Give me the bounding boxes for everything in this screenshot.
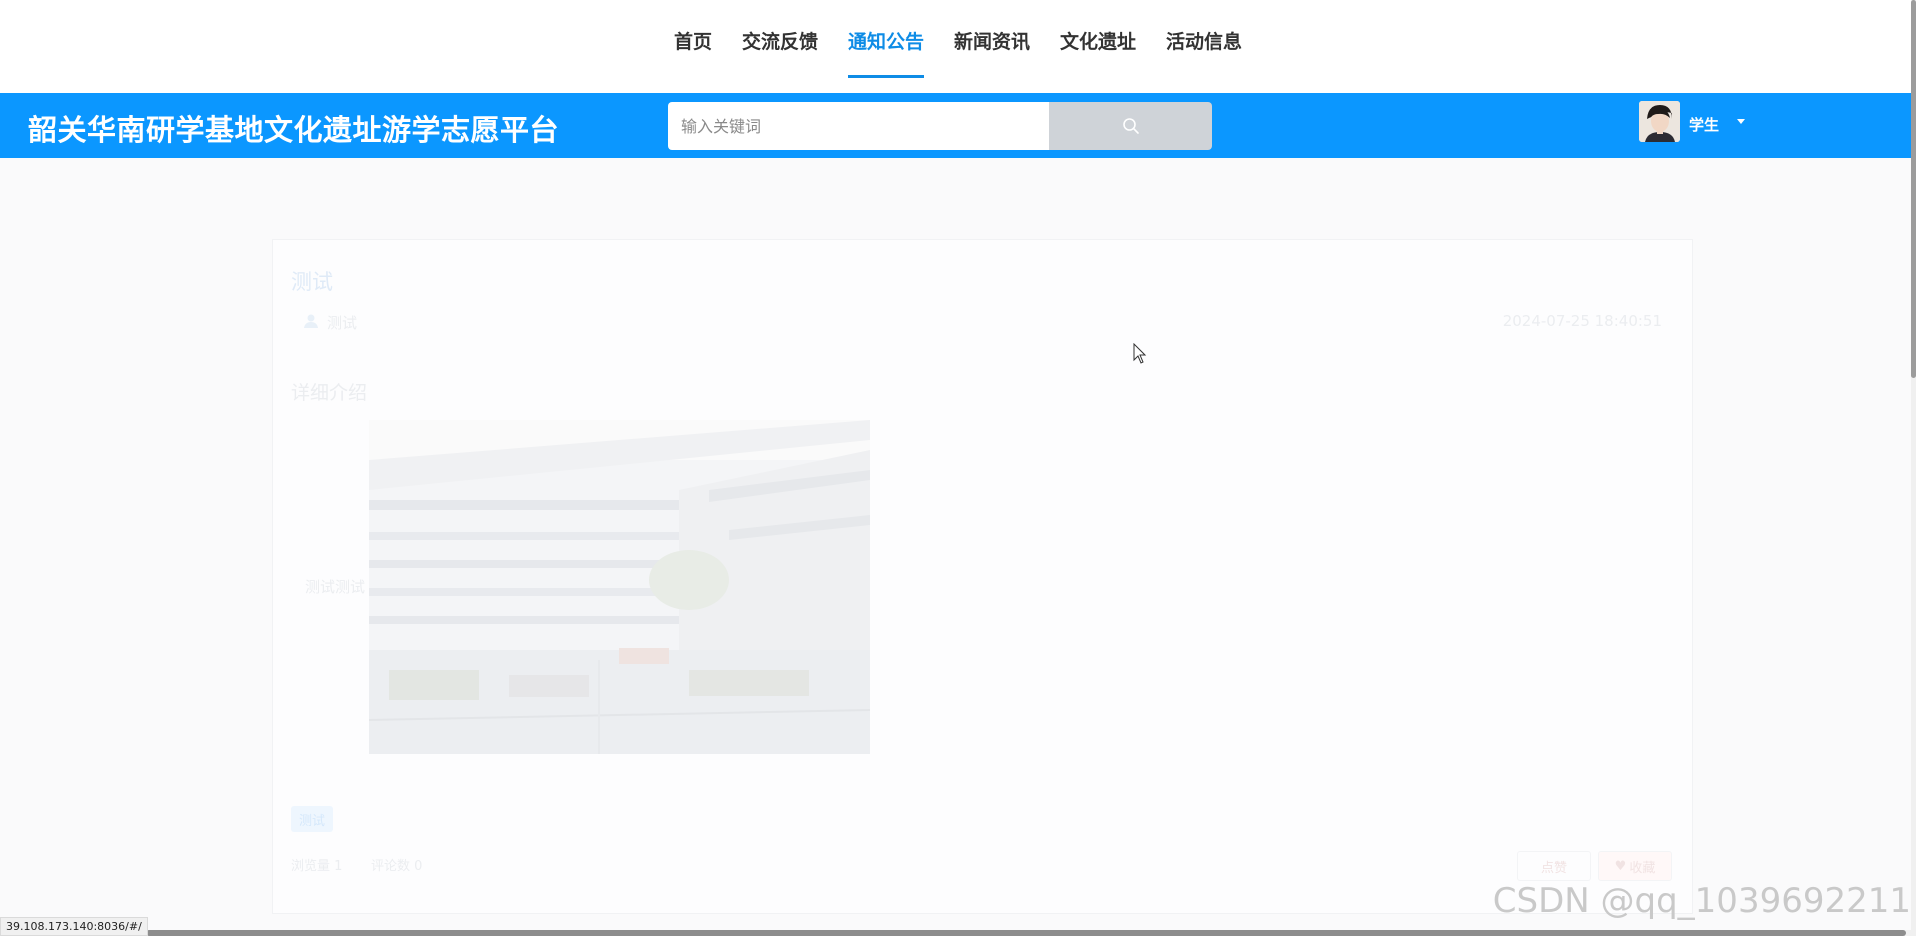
notice-photo: [369, 420, 870, 754]
avatar-image: [1639, 101, 1680, 142]
favorite-label: 收藏: [1629, 860, 1656, 876]
mouse-cursor-icon: [1133, 343, 1147, 364]
favorite-button[interactable]: ♥ 收藏: [1598, 851, 1672, 881]
watermark: CSDN @qq_1039692211: [1492, 881, 1911, 921]
caret-down-icon[interactable]: [1737, 119, 1745, 124]
views-value: 1: [334, 859, 343, 874]
nav-item-notices[interactable]: 通知公告: [833, 0, 939, 90]
search-button[interactable]: [1049, 102, 1212, 150]
vertical-scrollbar-thumb[interactable]: [1911, 0, 1916, 378]
notice-tag: 测试: [291, 806, 333, 832]
notice-time: 2024-07-25 18:40:51: [1502, 312, 1662, 330]
nav-item-feedback[interactable]: 交流反馈: [727, 0, 833, 90]
heart-icon: ♥: [1614, 858, 1627, 874]
search-icon: [1122, 118, 1139, 134]
top-nav: 首页 交流反馈 通知公告 新闻资讯 文化遗址 活动信息: [0, 0, 1916, 93]
views-label: 浏览量: [291, 859, 331, 874]
like-label: 点赞: [1540, 860, 1567, 876]
site-title: 韶关华南研学基地文化遗址游学志愿平台: [28, 113, 560, 147]
status-bar-url: 39.108.173.140:8036/#/: [0, 917, 148, 936]
search-input[interactable]: [668, 102, 1049, 150]
nav-item-home[interactable]: 首页: [659, 0, 727, 90]
user-icon: [304, 314, 318, 328]
page-root: 首页 交流反馈 通知公告 新闻资讯 文化遗址 活动信息 韶关华南研学基地文化遗址…: [0, 0, 1916, 936]
nav-item-activities[interactable]: 活动信息: [1151, 0, 1257, 90]
comments-value: 0: [414, 859, 423, 874]
horizontal-scrollbar-thumb[interactable]: [146, 930, 1906, 936]
notice-detail-card: 测试 测试 2024-07-25 18:40:51 详细介绍 测试测试 测试 浏…: [272, 239, 1693, 914]
notice-title: 测试: [291, 270, 333, 294]
nav-item-news[interactable]: 新闻资讯: [939, 0, 1045, 90]
views-count: 浏览量 1: [291, 855, 342, 874]
notice-body-text: 测试测试: [305, 578, 366, 596]
header-bar: 韶关华南研学基地文化遗址游学志愿平台 学生: [0, 93, 1911, 158]
user-name[interactable]: 学生: [1689, 114, 1719, 135]
avatar[interactable]: [1639, 101, 1680, 142]
section-heading: 详细介绍: [291, 382, 368, 404]
like-button[interactable]: 点赞: [1517, 851, 1591, 881]
notice-author: 测试: [327, 314, 358, 332]
building-photo-image: [369, 420, 870, 754]
comments-count: 评论数 0: [371, 855, 422, 874]
comments-label: 评论数: [371, 859, 411, 874]
nav-item-heritage-sites[interactable]: 文化遗址: [1045, 0, 1151, 90]
